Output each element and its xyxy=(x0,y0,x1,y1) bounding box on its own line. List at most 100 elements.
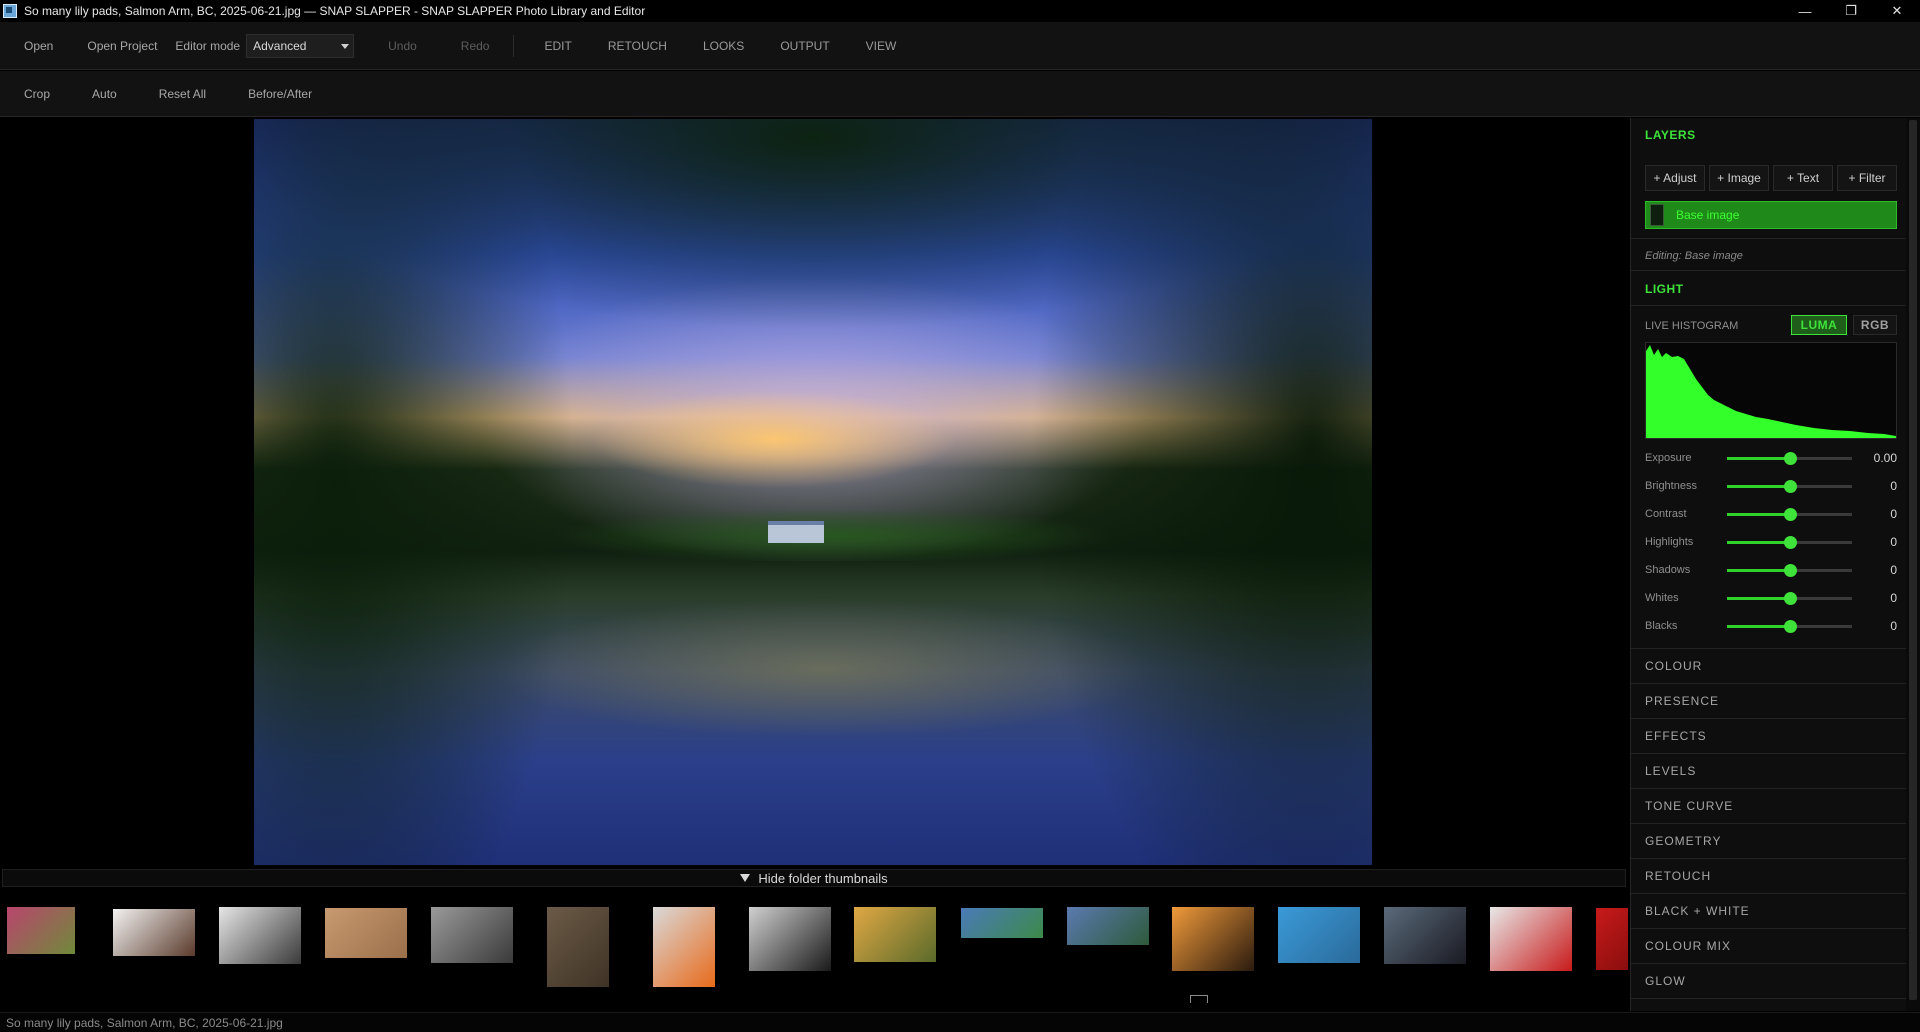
panel-scroll-thumb[interactable] xyxy=(1909,120,1917,1000)
maximize-icon[interactable]: ❐ xyxy=(1828,0,1874,22)
redo-button[interactable]: Redo xyxy=(439,39,502,53)
folder-thumbnail[interactable] xyxy=(547,907,609,987)
folder-thumbnail[interactable] xyxy=(1172,907,1254,971)
light-title[interactable]: LIGHT xyxy=(1645,282,1684,296)
highlights-slider[interactable] xyxy=(1727,535,1852,549)
editor-mode-select[interactable]: Advanced xyxy=(246,33,355,58)
slider-handle[interactable] xyxy=(1783,451,1797,465)
luma-toggle[interactable]: LUMA xyxy=(1791,315,1847,335)
slider-value[interactable]: 0 xyxy=(1890,507,1897,521)
photo-house xyxy=(768,521,824,543)
folder-thumbnail[interactable] xyxy=(961,908,1043,938)
folder-thumbnail[interactable] xyxy=(653,907,715,987)
edited-photo[interactable] xyxy=(254,119,1372,865)
undo-button[interactable]: Undo xyxy=(366,39,439,53)
section-geometry[interactable]: GEOMETRY xyxy=(1631,824,1907,859)
slider-handle[interactable] xyxy=(1783,563,1797,577)
whites-slider[interactable] xyxy=(1727,591,1852,605)
folder-thumbnail[interactable] xyxy=(1596,908,1628,970)
slider-handle[interactable] xyxy=(1783,591,1797,605)
folder-thumbnail[interactable] xyxy=(1490,907,1572,971)
contrast-slider[interactable] xyxy=(1727,507,1852,521)
base-image-layer[interactable]: Base image xyxy=(1645,201,1897,229)
section-glow[interactable]: GLOW xyxy=(1631,964,1907,999)
histogram-label: LIVE HISTOGRAM xyxy=(1645,320,1739,332)
menu-bar: Open Open Project Editor mode Advanced U… xyxy=(0,22,1920,70)
folder-thumbnail[interactable] xyxy=(7,907,75,954)
section-tone-curve[interactable]: TONE CURVE xyxy=(1631,789,1907,824)
slider-value[interactable]: 0.00 xyxy=(1874,451,1897,465)
reset-all-button[interactable]: Reset All xyxy=(135,87,224,101)
slider-handle[interactable] xyxy=(1783,507,1797,521)
folder-thumbnail[interactable] xyxy=(113,909,195,956)
section-colour[interactable]: COLOUR xyxy=(1631,649,1907,684)
close-icon[interactable]: ✕ xyxy=(1874,0,1920,22)
panel-divider xyxy=(1631,270,1907,271)
strip-scroll-indicator[interactable] xyxy=(1190,995,1208,1003)
folder-thumbnail[interactable] xyxy=(325,908,407,958)
hide-thumbnails-toggle[interactable]: Hide folder thumbnails xyxy=(2,869,1626,887)
auto-button[interactable]: Auto xyxy=(68,87,135,101)
slider-row-highlights: Highlights 0 xyxy=(1645,533,1897,551)
nav-retouch[interactable]: RETOUCH xyxy=(590,39,685,53)
slider-label: Contrast xyxy=(1645,508,1687,520)
slider-value[interactable]: 0 xyxy=(1890,563,1897,577)
blacks-slider[interactable] xyxy=(1727,619,1852,633)
section-black-white[interactable]: BLACK + WHITE xyxy=(1631,894,1907,929)
minimize-icon[interactable]: — xyxy=(1782,0,1828,22)
folder-thumbnail[interactable] xyxy=(219,907,301,964)
nav-output[interactable]: OUTPUT xyxy=(762,39,847,53)
folder-thumbnail[interactable] xyxy=(431,907,513,963)
slider-handle[interactable] xyxy=(1783,619,1797,633)
add-image-button[interactable]: + Image xyxy=(1709,165,1769,191)
section-levels[interactable]: LEVELS xyxy=(1631,754,1907,789)
chevron-down-icon xyxy=(341,43,350,49)
open-button[interactable]: Open xyxy=(0,39,75,53)
slider-label: Brightness xyxy=(1645,480,1697,492)
nav-looks[interactable]: LOOKS xyxy=(685,39,762,53)
slider-row-shadows: Shadows 0 xyxy=(1645,561,1897,579)
slider-fill xyxy=(1727,624,1790,628)
nav-edit[interactable]: EDIT xyxy=(526,39,589,53)
slider-value[interactable]: 0 xyxy=(1890,479,1897,493)
slider-fill xyxy=(1727,596,1790,600)
crop-button[interactable]: Crop xyxy=(0,87,68,101)
rgb-toggle[interactable]: RGB xyxy=(1853,315,1897,335)
slider-row-exposure: Exposure 0.00 xyxy=(1645,449,1897,467)
slider-value[interactable]: 0 xyxy=(1890,591,1897,605)
before-after-button[interactable]: Before/After xyxy=(224,87,330,101)
shadows-slider[interactable] xyxy=(1727,563,1852,577)
section-effects[interactable]: EFFECTS xyxy=(1631,719,1907,754)
image-canvas[interactable] xyxy=(0,118,1628,867)
brightness-slider[interactable] xyxy=(1727,479,1852,493)
slider-handle[interactable] xyxy=(1783,479,1797,493)
slider-value[interactable]: 0 xyxy=(1890,619,1897,633)
slider-fill xyxy=(1727,456,1790,460)
exposure-slider[interactable] xyxy=(1727,451,1852,465)
editing-label: Editing: Base image xyxy=(1645,250,1743,262)
add-filter-button[interactable]: + Filter xyxy=(1837,165,1897,191)
folder-thumbnail[interactable] xyxy=(1067,907,1149,945)
add-text-button[interactable]: + Text xyxy=(1773,165,1833,191)
photo-trees-left xyxy=(254,119,614,865)
hide-thumbnails-label: Hide folder thumbnails xyxy=(758,870,888,886)
adjustments-panel: LAYERS + Adjust + Image + Text + Filter … xyxy=(1630,118,1907,1011)
section-retouch[interactable]: RETOUCH xyxy=(1631,859,1907,894)
triangle-down-icon xyxy=(740,874,751,882)
layers-title: LAYERS xyxy=(1645,128,1696,142)
app-icon xyxy=(3,4,17,18)
folder-thumbnail[interactable] xyxy=(1384,907,1466,964)
folder-thumbnail[interactable] xyxy=(749,907,831,971)
slider-value[interactable]: 0 xyxy=(1890,535,1897,549)
nav-view[interactable]: VIEW xyxy=(848,39,915,53)
section-colour-mix[interactable]: COLOUR MIX xyxy=(1631,929,1907,964)
open-project-button[interactable]: Open Project xyxy=(75,39,169,53)
section-presence[interactable]: PRESENCE xyxy=(1631,684,1907,719)
thumbnail-strip[interactable] xyxy=(0,888,1628,1014)
add-adjust-button[interactable]: + Adjust xyxy=(1645,165,1705,191)
folder-thumbnail[interactable] xyxy=(854,907,936,962)
status-filename: So many lily pads, Salmon Arm, BC, 2025-… xyxy=(6,1015,283,1030)
folder-thumbnail[interactable] xyxy=(1278,907,1360,963)
slider-handle[interactable] xyxy=(1783,535,1797,549)
panel-scrollbar[interactable] xyxy=(1906,118,1920,1011)
